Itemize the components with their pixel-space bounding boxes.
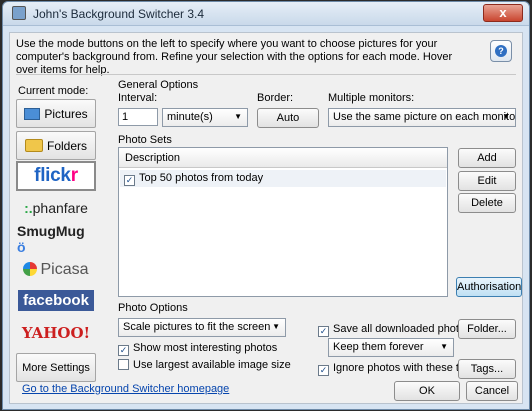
window-title: John's Background Switcher 3.4 (33, 7, 205, 21)
picture-icon (24, 107, 41, 120)
mode-label: Pictures (44, 106, 88, 121)
mode-picasa-button[interactable]: Picasa (16, 255, 96, 284)
scale-select[interactable]: Scale pictures to fit the screen ▼ (118, 318, 286, 337)
interval-input[interactable]: 1 (118, 108, 158, 126)
list-item-label: Top 50 photos from today (139, 172, 264, 184)
mode-folders-button[interactable]: Folders (16, 131, 96, 160)
multiple-monitors-value: Use the same picture on each monitor (333, 111, 516, 123)
mode-label: Folders (46, 138, 87, 153)
question-mark-icon: ? (495, 45, 507, 57)
help-icon[interactable]: ? (490, 40, 512, 62)
use-largest-label: Use largest available image size (133, 359, 291, 371)
picasa-logo: Picasa (23, 261, 89, 279)
authorisation-button[interactable]: Authorisation (456, 277, 522, 297)
list-item[interactable]: ✓ Top 50 photos from today (120, 170, 446, 187)
checkbox[interactable]: ✓ (124, 175, 135, 186)
chevron-down-icon: ▼ (272, 322, 280, 331)
chevron-down-icon: ▼ (440, 342, 448, 351)
description-column-header[interactable]: Description (119, 148, 447, 168)
current-mode-label: Current mode: (18, 85, 89, 97)
show-interesting-option[interactable]: ✓ Show most interesting photos (118, 342, 277, 356)
mode-smugmug-button[interactable]: SmugMug ö (16, 222, 96, 255)
smugmug-logo: SmugMug ö (17, 222, 85, 255)
save-downloaded-label: Save all downloaded photos (333, 323, 471, 335)
facebook-logo: facebook (18, 290, 94, 311)
photo-sets-title: Photo Sets (118, 134, 172, 146)
show-interesting-label: Show most interesting photos (133, 342, 278, 354)
mode-pictures-button[interactable]: Pictures (16, 99, 96, 128)
delete-button[interactable]: Delete (458, 193, 516, 213)
mode-flickr-button[interactable]: flickr (16, 161, 96, 191)
dialog-body: Use the mode buttons on the left to spec… (9, 32, 523, 404)
app-window: John's Background Switcher 3.4 x Use the… (2, 1, 530, 410)
mode-yahoo-button[interactable]: YAHOO! (16, 318, 96, 347)
title-bar[interactable]: John's Background Switcher 3.4 x (3, 2, 529, 26)
mode-phanfare-button[interactable]: :.phanfare (16, 193, 96, 222)
chevron-down-icon: ▼ (502, 112, 510, 121)
folder-icon (24, 139, 43, 152)
save-downloaded-option[interactable]: ✓ Save all downloaded photos (318, 323, 471, 337)
picasa-icon (23, 261, 38, 276)
folder-button[interactable]: Folder... (458, 319, 516, 339)
tags-button[interactable]: Tags... (458, 359, 516, 379)
chevron-down-icon: ▼ (234, 112, 242, 121)
more-settings-button[interactable]: More Settings (16, 353, 96, 382)
mode-facebook-button[interactable]: facebook (16, 286, 96, 315)
phanfare-logo: :.phanfare (24, 199, 88, 216)
keep-value: Keep them forever (333, 341, 424, 353)
keep-select[interactable]: Keep them forever ▼ (328, 338, 454, 357)
ignore-tags-option[interactable]: ✓ Ignore photos with these tags: (318, 362, 480, 376)
photo-options-title: Photo Options (118, 302, 188, 314)
more-settings-label: More Settings (22, 361, 90, 374)
add-button[interactable]: Add (458, 148, 516, 168)
app-icon (12, 6, 26, 20)
interval-unit-select[interactable]: minute(s) ▼ (162, 108, 248, 127)
general-options-title: General Options (118, 79, 199, 91)
use-largest-option[interactable]: Use largest available image size (118, 359, 291, 371)
photo-sets-list[interactable]: Description ✓ Top 50 photos from today (118, 147, 448, 297)
flickr-logo: flickr (34, 165, 78, 186)
checkbox[interactable] (118, 359, 129, 370)
ok-button[interactable]: OK (394, 381, 460, 401)
instructions-text: Use the mode buttons on the left to spec… (16, 38, 453, 76)
checkbox[interactable]: ✓ (318, 365, 329, 376)
close-button[interactable]: x (483, 4, 523, 22)
checkbox[interactable]: ✓ (118, 345, 129, 356)
multiple-monitors-label: Multiple monitors: (328, 92, 415, 104)
scale-value: Scale pictures to fit the screen (123, 321, 271, 333)
cancel-button[interactable]: Cancel (466, 381, 518, 401)
edit-button[interactable]: Edit (458, 171, 516, 191)
border-label: Border: (257, 92, 294, 104)
homepage-link[interactable]: Go to the Background Switcher homepage (22, 383, 229, 395)
yahoo-logo: YAHOO! (21, 323, 91, 342)
interval-label: Interval: (118, 92, 158, 104)
checkbox[interactable]: ✓ (318, 326, 329, 337)
multiple-monitors-select[interactable]: Use the same picture on each monitor ▼ (328, 108, 516, 127)
border-auto-button[interactable]: Auto (257, 108, 319, 128)
divider (16, 74, 516, 75)
interval-unit-value: minute(s) (167, 111, 213, 123)
